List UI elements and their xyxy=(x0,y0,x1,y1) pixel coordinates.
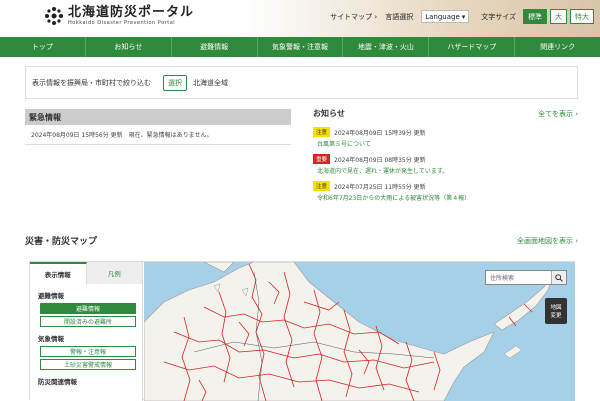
news-badge: 注意 xyxy=(313,127,331,137)
chevron-down-icon: ▾ xyxy=(461,12,466,21)
map-fullscreen-link[interactable]: 全画面地図を表示 › xyxy=(517,236,578,246)
sitemap-link[interactable]: サイトマップ › xyxy=(330,12,377,22)
group-evacuation-label: 避難情報 xyxy=(38,292,64,300)
filter-label: 表示情報を振興局・市町村で絞り込む xyxy=(32,78,151,87)
news-title: お知らせ xyxy=(313,109,345,118)
fontsize-xlarge-button[interactable]: 特大 xyxy=(570,9,594,24)
tab-display-info[interactable]: 表示情報 xyxy=(30,262,87,284)
layer-shelters-button[interactable]: 開設済みの避難所 xyxy=(40,316,136,327)
news-item: 重要 2024年08月09日 08時35分 更新 北海道内で見在、遅れ・運休が発… xyxy=(313,154,578,175)
group-weather-label: 気象情報 xyxy=(38,335,64,343)
filter-select-button[interactable]: 選択 xyxy=(163,74,187,91)
map-layer-panel: 表示情報 凡例 避難情報 避難情報 開設済みの避難所 気象情報 警報・注意報 土… xyxy=(30,262,143,401)
layer-warnings-button[interactable]: 警報・注意報 xyxy=(40,346,136,357)
map-header: 災害・防災マップ 全画面地図を表示 › xyxy=(25,234,578,248)
layer-landslide-button[interactable]: 土砂災害警戒情報 xyxy=(40,359,136,370)
nav-item-top[interactable]: トップ xyxy=(0,37,86,57)
fontsize-standard-button[interactable]: 標準 xyxy=(523,9,547,24)
site-header: 北海道防災ポータル Hokkaido Disaster Prevention P… xyxy=(0,0,600,37)
news-badge: 重要 xyxy=(313,154,331,164)
nav-item-earthquake[interactable]: 地震・津波・火山 xyxy=(343,37,430,57)
address-search-input[interactable]: 住所検索 xyxy=(485,270,567,285)
nav-item-evacuation[interactable]: 避難情報 xyxy=(172,37,258,57)
logo-subtitle: Hokkaido Disaster Prevention Portal xyxy=(68,20,176,26)
nav-item-links[interactable]: 関連リンク xyxy=(515,37,600,57)
language-label: 言語選択 xyxy=(385,12,414,21)
nav-item-news[interactable]: お知らせ xyxy=(86,37,172,57)
nav-item-weather-warnings[interactable]: 気象警報・注意報 xyxy=(258,37,344,57)
group-related-label: 防災関連情報 xyxy=(38,378,77,386)
basemap-label-line1: 地図 xyxy=(550,305,562,311)
language-select-value: Language xyxy=(425,12,460,21)
layer-evacuation-button[interactable]: 避難情報 xyxy=(40,303,136,314)
news-link[interactable]: 令和6年7月23日からの大雨による被害状況等（第４報） xyxy=(313,193,578,202)
emergency-body: 2024年08月09日 15時56分 更新 現在、緊急情報はありません。 xyxy=(25,125,291,145)
map-canvas[interactable]: 住所検索 地図 変更 xyxy=(144,262,575,401)
basemap-label-line2: 変更 xyxy=(550,313,562,319)
nav-item-hazard-map[interactable]: ハザードマップ xyxy=(429,37,516,57)
news-badge: 注意 xyxy=(313,181,331,191)
news-link[interactable]: 台風第５号について xyxy=(313,139,578,148)
header-links: サイトマップ › 言語選択 Language ▾ 文字サイズ 標準 大 特大 xyxy=(330,9,594,24)
map-title: 災害・防災マップ xyxy=(25,237,98,247)
fontsize-label: 文字サイズ xyxy=(481,12,516,21)
map-basemap-change-button[interactable]: 地図 変更 xyxy=(545,298,567,324)
logo-emblem-icon xyxy=(45,7,63,25)
address-search-placeholder: 住所検索 xyxy=(490,275,515,282)
emergency-section: 緊急情報 2024年08月09日 15時56分 更新 現在、緊急情報はありません… xyxy=(25,109,291,145)
area-filter: 表示情報を振興局・市町村で絞り込む 選択 北海道全域 xyxy=(25,66,578,99)
search-icon[interactable] xyxy=(551,271,566,284)
language-select[interactable]: Language ▾ xyxy=(421,10,470,23)
news-section: お知らせ 全てを表示 › 注意 2024年08月09日 15時39分 更新 台風… xyxy=(313,108,578,208)
fontsize-large-button[interactable]: 大 xyxy=(550,9,567,24)
news-show-all-link[interactable]: 全てを表示 › xyxy=(538,109,578,119)
disaster-map: 表示情報 凡例 避難情報 避難情報 開設済みの避難所 気象情報 警報・注意報 土… xyxy=(29,261,575,401)
news-item: 注意 2024年08月09日 15時39分 更新 台風第５号について xyxy=(313,127,578,148)
news-item: 注意 2024年07月25日 11時55分 更新 令和6年7月23日からの大雨に… xyxy=(313,181,578,202)
site-logo[interactable]: 北海道防災ポータル Hokkaido Disaster Prevention P… xyxy=(44,6,194,26)
emergency-title: 緊急情報 xyxy=(25,109,291,125)
main-nav: トップ お知らせ 避難情報 気象警報・注意報 地震・津波・火山 ハザードマップ … xyxy=(0,37,600,57)
tab-legend[interactable]: 凡例 xyxy=(86,262,142,284)
news-time: 2024年07月25日 11時55分 更新 xyxy=(334,183,426,191)
news-link[interactable]: 北海道内で見在、遅れ・運休が発生しています。 xyxy=(313,166,578,175)
logo-title: 北海道防災ポータル xyxy=(68,5,195,20)
news-time: 2024年08月09日 08時35分 更新 xyxy=(334,156,426,164)
news-time: 2024年08月09日 15時39分 更新 xyxy=(334,129,426,137)
filter-current-value: 北海道全域 xyxy=(193,78,228,87)
